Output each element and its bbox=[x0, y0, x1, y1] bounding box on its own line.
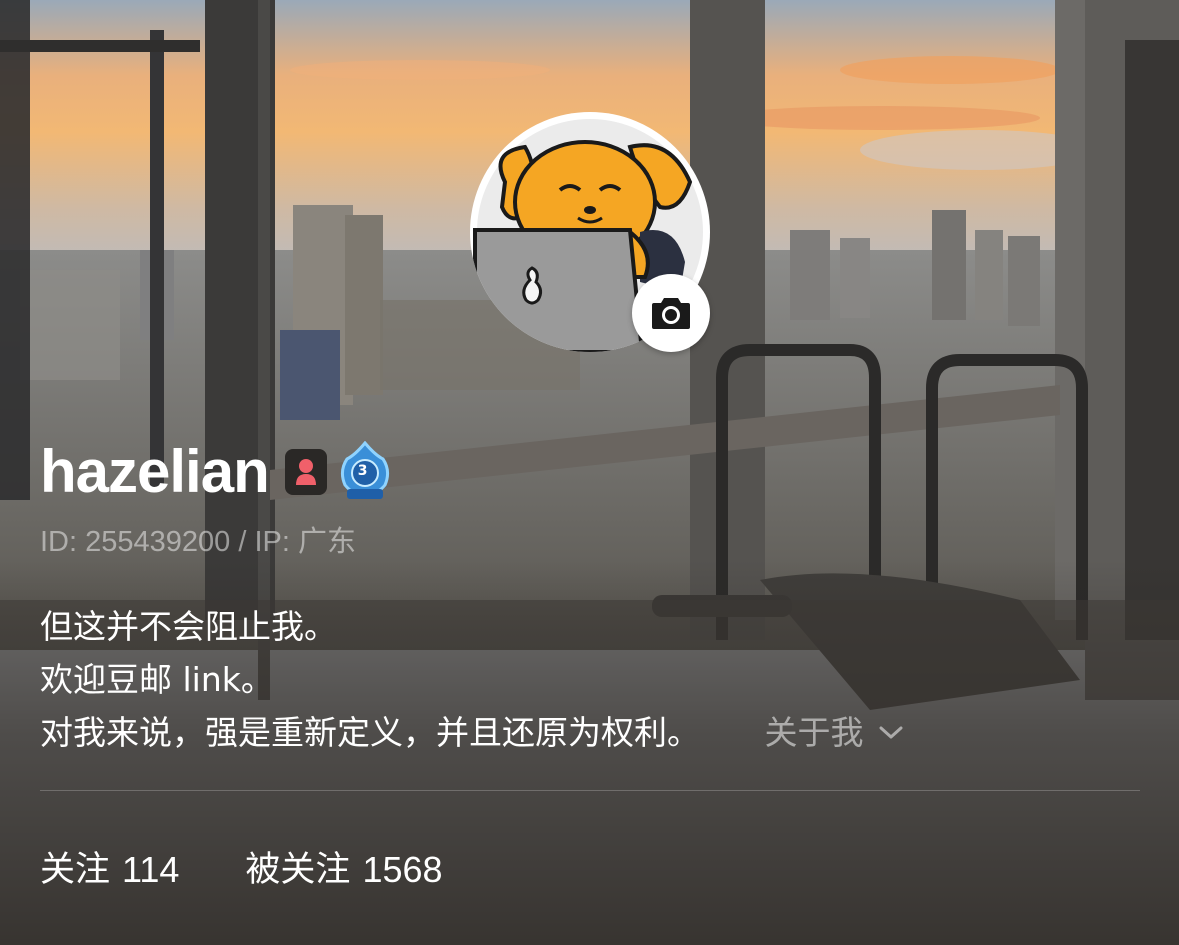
followers-stat[interactable]: 被关注 1568 bbox=[245, 846, 442, 894]
female-icon bbox=[295, 459, 316, 485]
profile-header: hazelian 3 ID: 255439200 / IP: 广东 但这并不会阻… bbox=[0, 0, 1179, 945]
level-badge[interactable]: 3 bbox=[335, 440, 395, 503]
followers-label: 被关注 bbox=[245, 850, 351, 890]
id-ip-line: ID: 255439200 / IP: 广东 bbox=[40, 526, 356, 558]
divider bbox=[40, 790, 1140, 791]
following-stat[interactable]: 关注 114 bbox=[40, 846, 179, 894]
bio-line: 对我来说，强是重新定义，并且还原为权利。 关于我 bbox=[40, 706, 904, 759]
level-number: 3 bbox=[357, 463, 368, 479]
about-me-label: 关于我 bbox=[764, 713, 864, 752]
username-row: hazelian 3 bbox=[40, 436, 395, 508]
change-avatar-button[interactable] bbox=[632, 274, 710, 352]
bio-line: 欢迎豆邮 link。 bbox=[40, 660, 274, 699]
bio-line-text: 对我来说，强是重新定义，并且还原为权利。 bbox=[40, 713, 700, 752]
follow-stats: 关注 114 被关注 1568 bbox=[40, 846, 443, 894]
chevron-down-icon bbox=[879, 726, 902, 738]
bio-line: 但这并不会阻止我。 bbox=[40, 607, 337, 646]
following-label: 关注 bbox=[40, 850, 111, 890]
username: hazelian bbox=[40, 438, 270, 505]
following-count: 114 bbox=[122, 849, 180, 890]
camera-icon bbox=[652, 298, 690, 329]
followers-count: 1568 bbox=[362, 849, 443, 890]
gender-badge bbox=[284, 449, 327, 495]
about-me-toggle[interactable]: 关于我 bbox=[765, 706, 904, 759]
bio: 但这并不会阻止我。 欢迎豆邮 link。 对我来说，强是重新定义，并且还原为权利… bbox=[40, 600, 904, 759]
